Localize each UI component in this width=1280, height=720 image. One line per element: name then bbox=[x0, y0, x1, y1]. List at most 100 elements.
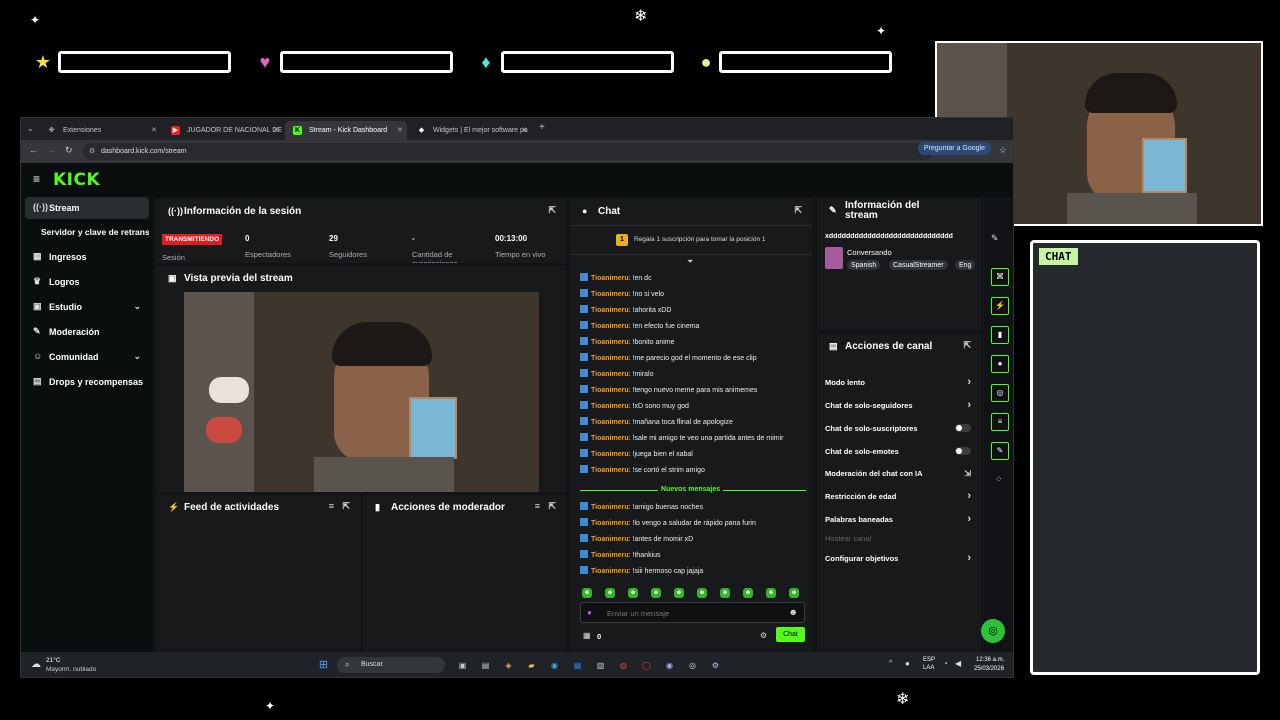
microphone-icon[interactable]: ● bbox=[587, 608, 592, 617]
ask-google-button[interactable]: Preguntar a Google bbox=[917, 142, 991, 155]
chat-username[interactable]: Tioanimeru bbox=[591, 307, 629, 314]
chat-username[interactable]: Tioanimeru bbox=[591, 371, 629, 378]
chat-message[interactable]: Tioanimeru: !mañana toca flinal de apolo… bbox=[580, 417, 733, 431]
gift-sub-banner[interactable]: 1 Regala 1 suscripción para tomar la pos… bbox=[570, 225, 812, 255]
bookmark-star-icon[interactable]: ☆ bbox=[999, 145, 1007, 156]
chat-message[interactable]: Tioanimeru: !me parecio god el momento d… bbox=[580, 353, 757, 367]
popout-icon[interactable]: ⇱ bbox=[794, 205, 802, 216]
tag-chip[interactable]: Spanish bbox=[847, 260, 881, 270]
folder-icon[interactable]: ▰ bbox=[526, 660, 537, 671]
close-icon[interactable]: ✕ bbox=[521, 126, 527, 134]
rail-chat-button[interactable]: ● bbox=[991, 355, 1009, 373]
emote-icon[interactable]: ☻ bbox=[628, 588, 638, 598]
rail-capture-button[interactable]: ⌘ bbox=[991, 268, 1009, 286]
chat-username[interactable]: Tioanimeru bbox=[591, 467, 629, 474]
chrome-icon[interactable]: ◍ bbox=[618, 660, 629, 671]
subs-only-action[interactable]: Chat de solo-suscriptores bbox=[825, 424, 973, 440]
app-icon[interactable]: ▤ bbox=[480, 660, 491, 671]
chat-username[interactable]: Tioanimeru bbox=[591, 355, 629, 362]
subs-only-toggle[interactable] bbox=[955, 424, 971, 432]
chat-message[interactable]: Tioanimeru: !siii hermoso cap jajaja bbox=[580, 566, 703, 580]
volume-icon[interactable]: ◀ bbox=[955, 659, 961, 668]
chat-message[interactable]: Tioanimeru: !thankius bbox=[580, 550, 661, 564]
emoji-icon[interactable]: ☻ bbox=[789, 607, 798, 617]
ai-moderation-action[interactable]: Moderación del chat con IA ⇲ bbox=[825, 469, 973, 485]
chat-username[interactable]: Tioanimeru bbox=[591, 520, 629, 527]
chat-message[interactable]: Tioanimeru: !bonito anime bbox=[580, 337, 675, 351]
send-chat-button[interactable]: Chat bbox=[776, 627, 805, 642]
followers-only-action[interactable]: Chat de solo-seguidores › bbox=[825, 399, 973, 417]
site-info-icon[interactable]: ⚙ bbox=[89, 147, 95, 155]
chat-message[interactable]: Tioanimeru: !xD sono muy god bbox=[580, 401, 689, 415]
chat-message[interactable]: Tioanimeru: !tengo nuevo meme para mis a… bbox=[580, 385, 757, 399]
task-view-icon[interactable]: ▣ bbox=[457, 660, 468, 671]
emote-icon[interactable]: ☻ bbox=[743, 588, 753, 598]
emote-icon[interactable]: ☻ bbox=[674, 588, 684, 598]
chat-username[interactable]: Tioanimeru bbox=[591, 435, 629, 442]
tag-chip[interactable]: CasualStreamer bbox=[889, 260, 948, 270]
sidebar-item-logros[interactable]: ♛ Logros bbox=[25, 271, 149, 293]
language-layout[interactable]: LAA bbox=[923, 665, 934, 671]
chat-username[interactable]: Tioanimeru bbox=[591, 419, 629, 426]
taskbar-date[interactable]: 25/03/2026 bbox=[974, 666, 1004, 672]
sidebar-item-server-key[interactable]: Servidor y clave de retransm bbox=[25, 221, 149, 243]
sidebar-item-stream[interactable]: ((·)) Stream bbox=[25, 197, 149, 219]
chat-input[interactable]: ● Enviar un mensaje ☻ bbox=[580, 602, 805, 623]
rail-more-icon[interactable]: ⁘ bbox=[995, 474, 1003, 485]
emote-icon[interactable]: ☻ bbox=[697, 588, 707, 598]
wifi-icon[interactable]: ◔ bbox=[943, 659, 948, 668]
back-icon[interactable]: ← bbox=[29, 145, 38, 155]
rail-db-button[interactable]: ≡ bbox=[991, 413, 1009, 431]
popout-icon[interactable]: ⇱ bbox=[342, 501, 350, 512]
chat-message[interactable]: Tioanimeru: !antes de momir xD bbox=[580, 534, 693, 548]
reload-icon[interactable]: ↻ bbox=[65, 145, 73, 156]
tray-expand-icon[interactable]: ^ bbox=[889, 660, 892, 667]
new-tab-button[interactable]: + bbox=[539, 122, 545, 133]
tab-widgets[interactable]: ◆ Widgets | El mejor software pa ✕ bbox=[409, 121, 531, 140]
chat-username[interactable]: Tioanimeru bbox=[591, 275, 629, 282]
edge-icon[interactable]: ◉ bbox=[549, 660, 560, 671]
chat-username[interactable]: Tioanimeru bbox=[591, 387, 629, 394]
language-code[interactable]: ESP bbox=[923, 657, 935, 663]
chat-username[interactable]: Tioanimeru bbox=[591, 339, 629, 346]
close-icon[interactable]: ✕ bbox=[273, 126, 279, 134]
banned-words-action[interactable]: Palabras baneadas › bbox=[825, 513, 973, 531]
sidebar-item-estudio[interactable]: ▣ Estudio ⌄ bbox=[25, 296, 149, 318]
settings-icon[interactable]: ⚙ bbox=[710, 660, 721, 671]
rail-broadcast-button[interactable]: ◎ bbox=[991, 384, 1009, 402]
slow-mode-action[interactable]: Modo lento › bbox=[825, 376, 973, 394]
emotes-only-action[interactable]: Chat de solo-emotes bbox=[825, 447, 973, 463]
age-restriction-action[interactable]: Restricción de edad › bbox=[825, 490, 973, 508]
tab-extensions[interactable]: ✥ Extensiones ✕ bbox=[39, 121, 161, 140]
chat-message[interactable]: Tioanimeru: !sale mi amigo te veo una pa… bbox=[580, 433, 783, 447]
chat-username[interactable]: Tioanimeru bbox=[591, 291, 629, 298]
support-chat-icon[interactable]: ◎ bbox=[981, 619, 1005, 643]
opera-icon[interactable]: ◯ bbox=[641, 660, 652, 671]
chat-username[interactable]: Tioanimeru bbox=[591, 451, 629, 458]
sidebar-item-ingresos[interactable]: ▦ Ingresos bbox=[25, 246, 149, 268]
gear-icon[interactable]: ⚙ bbox=[760, 631, 767, 640]
taskbar-time[interactable]: 12:36 a.m. bbox=[976, 657, 1004, 663]
popout-icon[interactable]: ⇱ bbox=[963, 340, 971, 351]
chat-message[interactable]: Tioanimeru: !lo vengo a saludar de rápid… bbox=[580, 518, 756, 532]
stream-preview-video[interactable] bbox=[184, 292, 539, 492]
store-icon[interactable]: ▦ bbox=[572, 660, 583, 671]
github-icon[interactable]: ◎ bbox=[687, 660, 698, 671]
rail-tools-button[interactable]: ✎ bbox=[991, 442, 1009, 460]
menu-icon[interactable]: ≡ bbox=[33, 172, 40, 186]
windows-start-icon[interactable]: ⊞ bbox=[318, 660, 329, 671]
chat-message[interactable]: Tioanimeru: !amigo buenas noches bbox=[580, 502, 703, 516]
emote-icon[interactable]: ☻ bbox=[720, 588, 730, 598]
tab-kick-dashboard[interactable]: K Stream - Kick Dashboard ✕ bbox=[285, 121, 407, 140]
taskbar-search[interactable]: ⌕ Buscar bbox=[337, 657, 445, 673]
chat-message[interactable]: Tioanimeru: !miralo bbox=[580, 369, 654, 383]
obs-icon[interactable]: ◉ bbox=[664, 660, 675, 671]
pause-scroll-icon[interactable]: ⏷ bbox=[687, 257, 693, 267]
filter-icon[interactable]: ≡ bbox=[329, 501, 334, 511]
sidebar-item-comunidad[interactable]: ☺ Comunidad ⌄ bbox=[25, 346, 149, 368]
sidebar-item-drops[interactable]: ▤ Drops y recompensas bbox=[25, 371, 149, 393]
chat-username[interactable]: Tioanimeru bbox=[591, 552, 629, 559]
chat-message[interactable]: Tioanimeru: !se cortó el strim amigo bbox=[580, 465, 705, 479]
app2-icon[interactable]: ▧ bbox=[595, 660, 606, 671]
url-field[interactable]: ⚙ dashboard.kick.com/stream bbox=[83, 143, 933, 160]
